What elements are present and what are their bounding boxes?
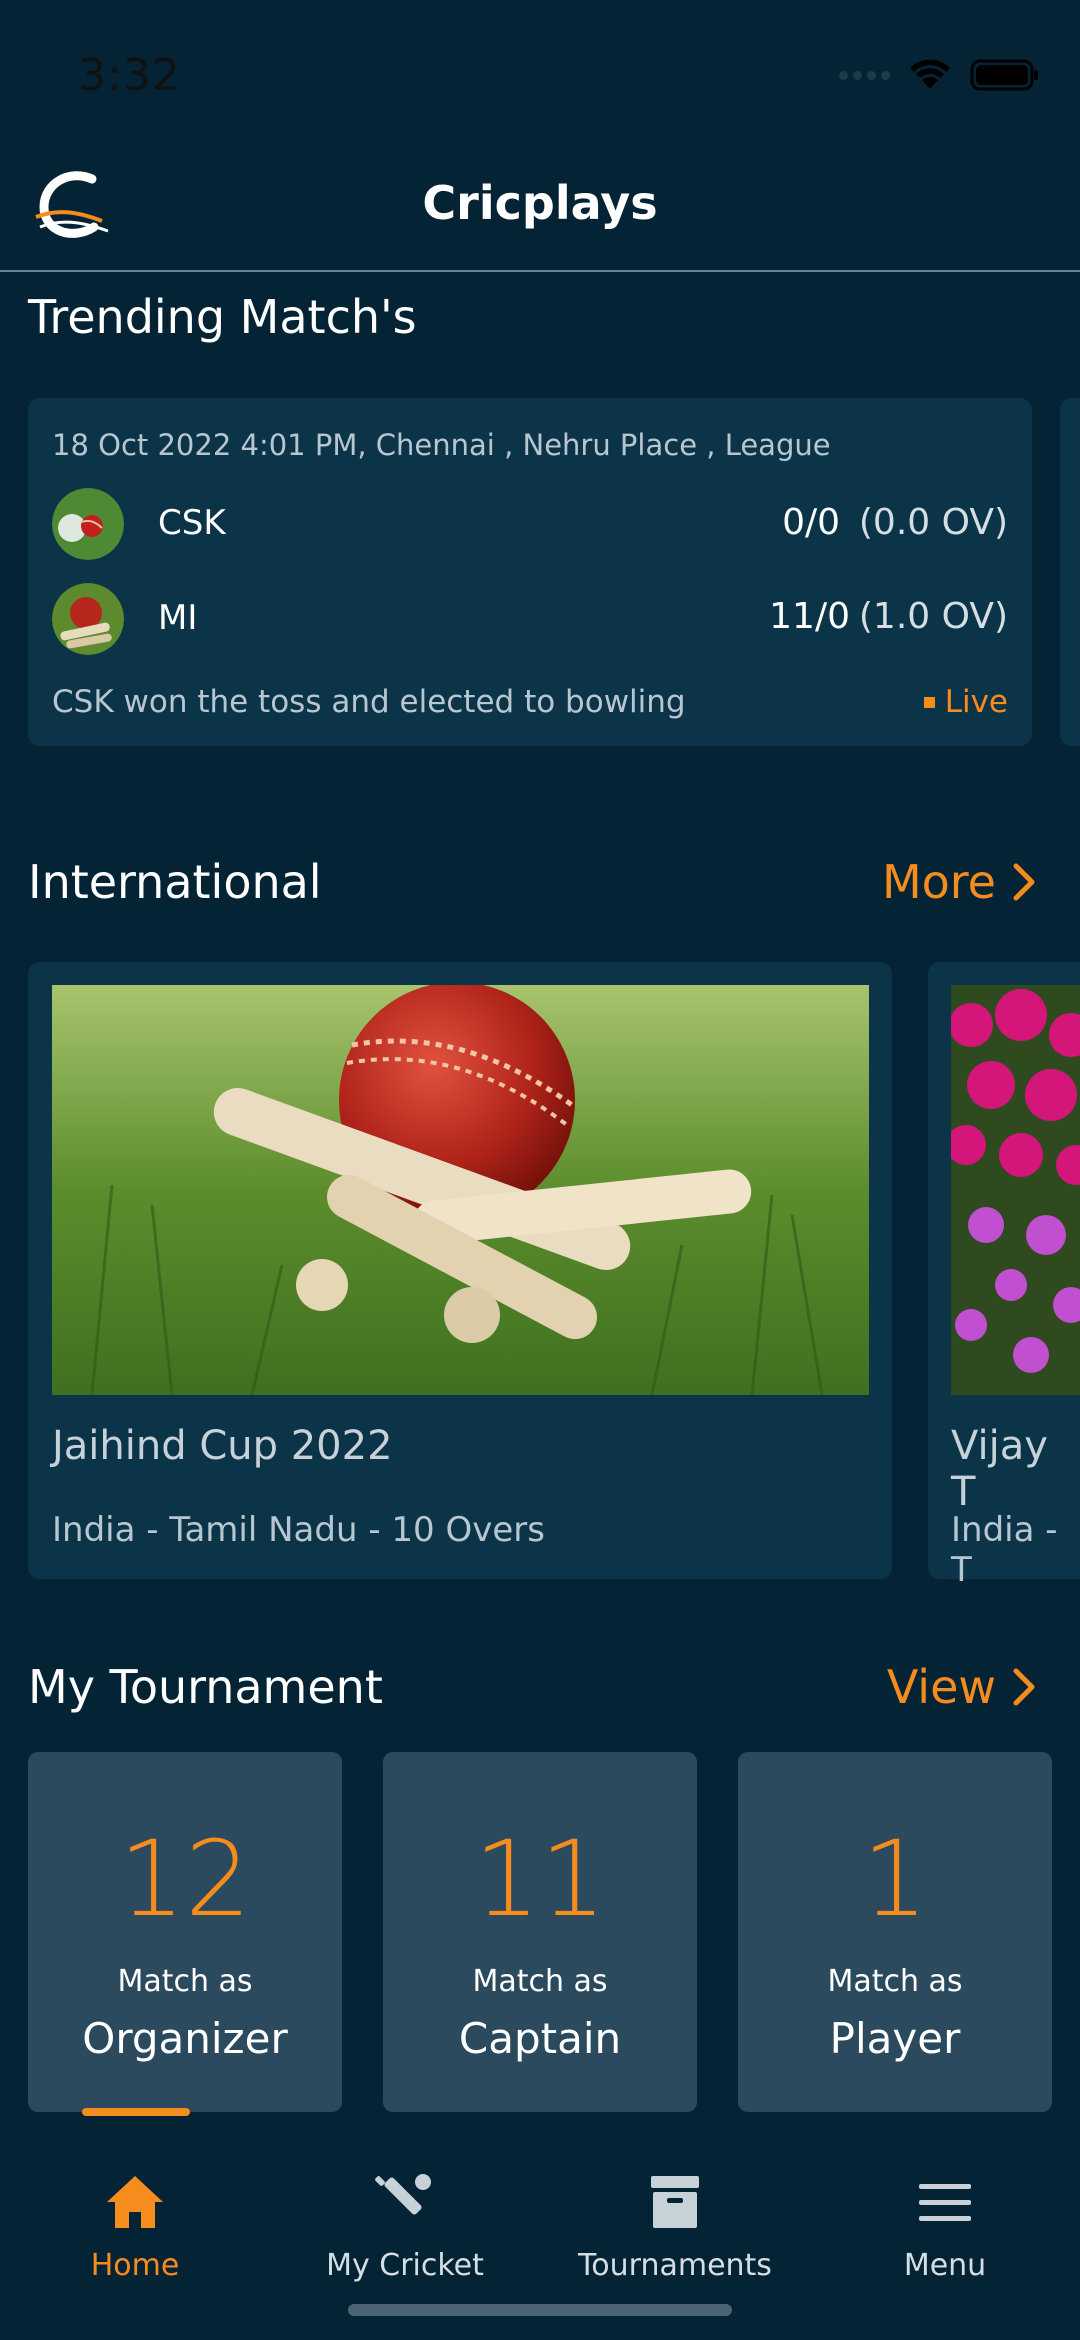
- live-dot-icon: [923, 696, 935, 708]
- view-label: View: [886, 1660, 996, 1714]
- tournament-name: Vijay T: [951, 1423, 1048, 1515]
- team-logo-mi: [52, 583, 124, 655]
- tournament-image-cricket-ball: [52, 985, 869, 1395]
- stat-role: Captain: [458, 2014, 622, 2063]
- my-tournament-view-link[interactable]: View: [887, 1660, 1036, 1714]
- my-tournament-section-title: My Tournament: [28, 1660, 383, 1714]
- team-name: CSK: [158, 503, 226, 543]
- stat-caption: Match as: [827, 1964, 963, 1999]
- active-tab-indicator: [82, 2108, 190, 2116]
- live-status-label: Live: [944, 684, 1008, 720]
- nav-tournaments[interactable]: Tournaments: [540, 2170, 810, 2283]
- battery-icon: [970, 59, 1038, 91]
- stat-caption: Match as: [472, 1964, 608, 1999]
- hamburger-menu-icon: [919, 2184, 971, 2221]
- stat-count: 11: [473, 1818, 607, 1940]
- team-name: MI: [158, 598, 198, 638]
- trending-match-card-next[interactable]: [1060, 398, 1080, 746]
- wifi-icon: [910, 59, 950, 89]
- nav-label: My Cricket: [326, 2248, 484, 2283]
- chevron-right-icon: [1013, 1668, 1035, 1706]
- live-status-badge: Live: [923, 684, 1008, 720]
- home-icon: [107, 2176, 163, 2228]
- stat-count: 1: [861, 1818, 929, 1940]
- tournament-details: India - Tamil Nadu - 10 Overs: [52, 1510, 545, 1550]
- stat-count: 12: [118, 1818, 252, 1940]
- team-runs: 0/0: [782, 502, 840, 543]
- nav-menu[interactable]: Menu: [810, 2170, 1080, 2283]
- more-label: More: [881, 855, 996, 909]
- stat-tile-organizer[interactable]: 12 Match as Organizer: [28, 1752, 342, 2112]
- toss-result: CSK won the toss and elected to bowling: [52, 684, 686, 720]
- tournament-name: Jaihind Cup 2022: [52, 1423, 393, 1469]
- stat-role: Player: [829, 2014, 961, 2063]
- signal-icon: [839, 70, 890, 80]
- status-time: 3:32: [78, 50, 181, 101]
- stat-role: Organizer: [82, 2014, 288, 2063]
- cricket-bat-icon: [375, 2174, 431, 2215]
- stat-tile-player[interactable]: 1 Match as Player: [738, 1752, 1052, 2112]
- chevron-right-icon: [1013, 863, 1035, 901]
- match-meta: 18 Oct 2022 4:01 PM, Chennai , Nehru Pla…: [52, 428, 831, 462]
- stat-tile-captain[interactable]: 11 Match as Captain: [383, 1752, 697, 2112]
- tournament-image-flowers: [951, 985, 1080, 1395]
- tournament-details: India - T: [951, 1510, 1058, 1590]
- international-more-link[interactable]: More: [882, 855, 1036, 909]
- team-overs: (1.0 OV): [858, 596, 1008, 637]
- nav-home[interactable]: Home: [0, 2170, 270, 2283]
- archive-box-icon: [651, 2176, 699, 2228]
- stat-caption: Match as: [117, 1964, 253, 1999]
- nav-my-cricket[interactable]: My Cricket: [270, 2170, 540, 2283]
- team-logo-csk: [52, 488, 124, 560]
- international-section-title: International: [28, 855, 322, 909]
- team-overs: (0.0 OV): [858, 502, 1008, 543]
- home-indicator-bar[interactable]: [348, 2304, 732, 2316]
- nav-label: Menu: [903, 2248, 987, 2283]
- trending-section-title: Trending Match's: [28, 290, 417, 344]
- status-icons: [839, 58, 1040, 92]
- app-title: Cricplays: [422, 176, 658, 230]
- nav-label: Home: [90, 2248, 180, 2283]
- nav-label: Tournaments: [578, 2248, 772, 2283]
- team-runs: 11/0: [769, 596, 850, 637]
